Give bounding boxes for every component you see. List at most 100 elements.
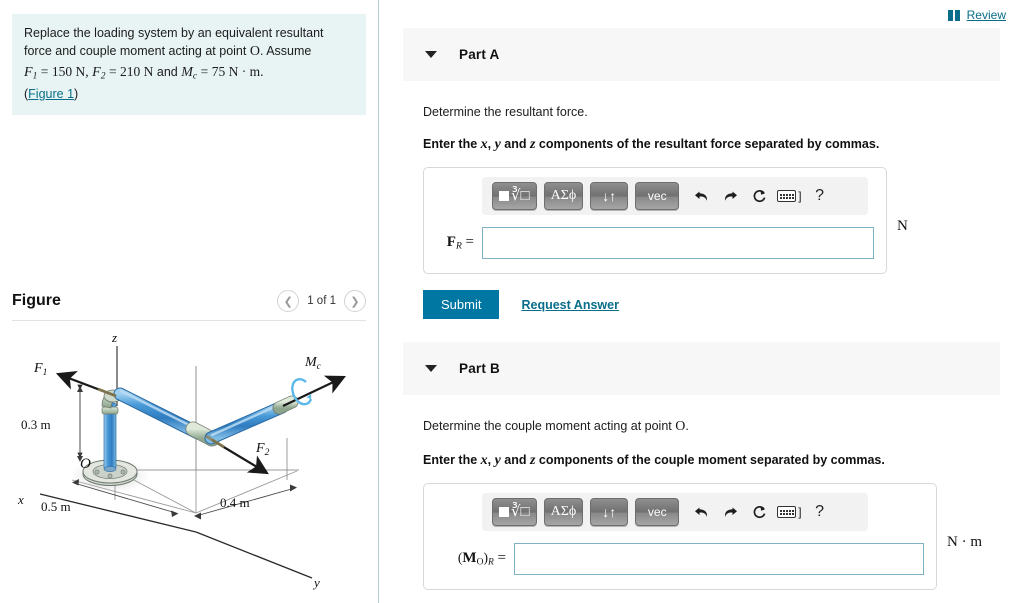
part-b-prompt-post: . [685,419,689,433]
given-eq-2: = [108,64,117,80]
keyboard-bracket: ] [798,505,802,519]
part-b-label-sub: R [487,557,494,568]
part-a-label-sub: R [455,241,462,252]
figure-dim-0-3m: 0.3 m [21,417,51,432]
keyboard-icon[interactable]: ] [777,501,802,523]
part-b-var-x: x [480,453,488,468]
part-b-instruction-mid1: , [487,453,495,467]
page-root: Replace the loading system by an equival… [0,0,1024,603]
figure-diagram[interactable]: x y z F1 F2 Mc O 0.3 m 0.5 m 0.4 m [0,328,379,600]
axis-label-y: y [312,575,320,590]
part-a-submit-button[interactable]: Submit [423,290,500,319]
part-b-math-toolbar: ∛□ ΑΣϕ ↓↑ vec] ? [482,493,868,531]
given-comma-1: , [85,64,89,80]
vector-button[interactable]: vec [635,182,680,210]
part-b-answer-input[interactable] [514,543,924,575]
caret-down-icon[interactable] [425,365,437,372]
part-b-field-label: (MO)R = [436,550,506,568]
greek-symbols-button[interactable]: ΑΣϕ [543,498,584,526]
part-a-answer-row: ∛□ ΑΣϕ ↓↑ vec] ? FR = N [423,153,1000,274]
part-b-instruction: Enter the x, y and z components of the c… [423,453,1000,469]
part-b-point-o: O [675,419,686,434]
figure-header: Figure ❮ 1 of 1 ❯ [12,286,366,316]
part-b-unit: N · m [947,534,982,550]
axis-label-x: x [17,492,24,507]
part-b-label-eq: = [497,550,506,567]
given-mc-sub: c [192,72,198,83]
part-a-field-label: FR = [436,234,474,252]
figure-dim-0-4m: 0.4 m [220,495,250,510]
given-f1-sub: 1 [32,72,38,83]
figure-1-link[interactable]: Figure 1 [28,87,74,101]
given-mc-value: 75 N · m [211,64,261,80]
part-b-label-main: M [462,550,477,567]
given-and: and [156,65,178,80]
part-b-input-row: (MO)R = [436,543,924,575]
undo-icon[interactable] [690,501,712,523]
part-b-instruction-post: components of the couple moment separate… [535,453,885,467]
figure-force-2-label: F2 [255,441,270,458]
reset-icon[interactable] [748,185,770,207]
updown-arrows-label: ↓↑ [602,504,617,520]
help-glyph: ? [815,187,825,204]
redo-icon[interactable] [719,185,741,207]
part-a-body: Determine the resultant force. Enter the… [379,105,1024,319]
part-a-instruction-pre: Enter the [423,137,481,151]
template-radical-button[interactable]: ∛□ [492,182,537,210]
caret-down-icon[interactable] [425,51,437,58]
part-b-prompt-pre: Determine the couple moment acting at po… [423,419,676,433]
review-link[interactable]: Review [967,8,1006,22]
part-a-header[interactable]: Part A [403,28,1000,81]
part-b-header[interactable]: Part B [403,342,1000,395]
undo-icon[interactable] [690,185,712,207]
part-a-label-eq: = [465,234,474,251]
given-mc-symbol: M [181,65,193,81]
given-f1-symbol: F [24,65,33,81]
given-f2-value: 210 N [120,64,154,80]
figure-dim-0-5m: 0.5 m [41,499,71,514]
given-f2-symbol: F [92,65,101,81]
updown-arrows-button[interactable]: ↓↑ [590,182,629,210]
problem-line-2-post: . Assume [259,44,312,59]
given-eq-1: = [40,64,49,80]
figure-force-1-label: F1 [33,361,47,378]
greek-symbols-label: ΑΣϕ [550,504,577,519]
help-icon[interactable]: ? [809,185,831,207]
chevron-left-icon[interactable]: ❮ [277,290,300,312]
given-period: . [260,64,264,80]
help-glyph: ? [815,503,825,520]
part-a-instruction: Enter the x, y and z components of the r… [423,137,1000,153]
part-a-prompt: Determine the resultant force. [423,105,588,119]
review-row: Review [379,0,1024,28]
figure-link-line: (Figure 1) [24,85,354,103]
part-b-instruction-pre: Enter the [423,453,481,467]
keyboard-icon[interactable]: ] [777,185,802,207]
reset-icon[interactable] [748,501,770,523]
chevron-right-icon[interactable]: ❯ [344,290,366,312]
problem-givens: F1 = 150 N, F2 = 210 N and Mc = 75 N · m… [24,62,354,84]
part-b-answer-box: ∛□ ΑΣϕ ↓↑ vec] ? (MO)R = [423,483,937,590]
template-radical-button[interactable]: ∛□ [492,498,537,526]
part-a-instruction-post: components of the resultant force separa… [535,137,880,151]
part-a-answer-box: ∛□ ΑΣϕ ↓↑ vec] ? FR = [423,167,887,274]
figure-link-paren-close: ) [74,86,79,101]
part-a-title: Part A [459,47,500,62]
pipe-assembly-svg: x y z F1 F2 Mc O 0.3 m 0.5 m 0.4 m [17,330,346,590]
part-a-answer-input[interactable] [482,227,874,259]
redo-icon[interactable] [719,501,741,523]
part-a-actions: Submit Request Answer [423,290,1000,319]
right-panel: Review Part A Determine the resultant fo… [379,0,1024,603]
problem-line-1: Replace the loading system by an equival… [24,26,324,40]
vector-button[interactable]: vec [635,498,680,526]
help-icon[interactable]: ? [809,501,831,523]
axis-label-z: z [111,330,117,345]
problem-line-2-pre: force and couple moment acting at point [24,44,250,59]
part-a-input-row: FR = [436,227,874,259]
part-b-title: Part B [459,361,500,376]
vector-button-label: vec [647,189,667,203]
figure-panel-title: Figure [12,292,61,309]
updown-arrows-button[interactable]: ↓↑ [590,498,629,526]
part-a-instruction-mid1: , [487,137,495,151]
greek-symbols-button[interactable]: ΑΣϕ [543,182,584,210]
part-a-request-answer-link[interactable]: Request Answer [521,298,618,312]
